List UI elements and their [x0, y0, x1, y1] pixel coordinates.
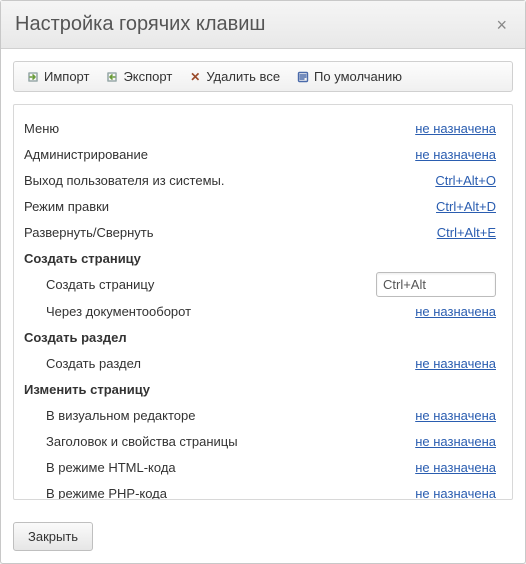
shortcut-row: Создать страницу	[24, 271, 496, 298]
shortcut-label: Заголовок и свойства страницы	[24, 434, 238, 449]
shortcut-value-link[interactable]: не назначена	[415, 434, 496, 449]
export-button[interactable]: Экспорт	[99, 66, 178, 87]
shortcut-label: Выход пользователя из системы.	[24, 173, 224, 188]
export-icon	[105, 70, 119, 84]
import-label: Импорт	[44, 69, 89, 84]
shortcuts-panel: Меню не назначена Администрирование не назн…	[13, 104, 513, 500]
shortcut-label: Создать страницу	[24, 251, 141, 266]
shortcut-value-link[interactable]: Ctrl+Alt+D	[436, 199, 496, 214]
toolbar: Импорт Экспорт ✕ Удалить все По умолчани…	[13, 61, 513, 92]
hotkey-settings-dialog: Настройка горячих клавиш × Импорт Экспор…	[0, 0, 526, 564]
delete-all-label: Удалить все	[206, 69, 280, 84]
shortcut-row: Создать раздел не назначена	[24, 350, 496, 376]
dialog-footer: Закрыть	[1, 512, 525, 563]
shortcut-value-link[interactable]: не назначена	[415, 486, 496, 500]
dialog-title: Настройка горячих клавиш	[15, 13, 265, 36]
shortcut-row: Через документооборот не назначена	[24, 298, 496, 324]
dialog-body: Импорт Экспорт ✕ Удалить все По умолчани…	[1, 49, 525, 512]
shortcut-label: В визуальном редакторе	[24, 408, 196, 423]
shortcut-label: Создать страницу	[24, 277, 154, 292]
close-icon[interactable]: ×	[492, 16, 511, 34]
import-button[interactable]: Импорт	[20, 66, 95, 87]
import-icon	[26, 70, 40, 84]
shortcut-row: Режим правки Ctrl+Alt+D	[24, 193, 496, 219]
shortcut-label: Администрирование	[24, 147, 148, 162]
shortcut-value-link[interactable]: Ctrl+Alt+O	[435, 173, 496, 188]
shortcut-label: В режиме PHP-кода	[24, 486, 167, 500]
shortcut-label: В режиме HTML-кода	[24, 460, 176, 475]
shortcut-section-header: Создать страницу	[24, 245, 496, 271]
shortcut-input[interactable]	[376, 272, 496, 297]
shortcut-label: Создать раздел	[24, 356, 141, 371]
shortcut-label: Развернуть/Свернуть	[24, 225, 154, 240]
shortcut-row: Меню не назначена	[24, 115, 496, 141]
shortcut-label: Режим правки	[24, 199, 109, 214]
shortcut-value-link[interactable]: не назначена	[415, 147, 496, 162]
shortcut-section-header: Создать раздел	[24, 324, 496, 350]
shortcut-value-link[interactable]: не назначена	[415, 356, 496, 371]
shortcut-value-link[interactable]: не назначена	[415, 408, 496, 423]
close-button[interactable]: Закрыть	[13, 522, 93, 551]
shortcut-row: Заголовок и свойства страницы не назначен…	[24, 428, 496, 454]
shortcut-row: В режиме PHP-кода не назначена	[24, 480, 496, 499]
delete-all-button[interactable]: ✕ Удалить все	[182, 66, 286, 87]
shortcut-input-wrap	[376, 272, 496, 297]
delete-icon: ✕	[188, 70, 202, 84]
shortcut-label: Через документооборот	[24, 304, 191, 319]
shortcut-label: Меню	[24, 121, 59, 136]
shortcut-value-link[interactable]: не назначена	[415, 304, 496, 319]
shortcut-value-link[interactable]: не назначена	[415, 121, 496, 136]
shortcuts-scroll-area[interactable]: Меню не назначена Администрирование не назн…	[14, 105, 512, 499]
shortcut-value-link[interactable]: не назначена	[415, 460, 496, 475]
shortcut-row: Развернуть/Свернуть Ctrl+Alt+E	[24, 219, 496, 245]
shortcut-row: В визуальном редакторе не назначена	[24, 402, 496, 428]
shortcut-value-link[interactable]: Ctrl+Alt+E	[437, 225, 496, 240]
shortcut-section-header: Изменить страницу	[24, 376, 496, 402]
shortcut-row: В режиме HTML-кода не назначена	[24, 454, 496, 480]
shortcut-row: Администрирование не назначена	[24, 141, 496, 167]
export-label: Экспорт	[123, 69, 172, 84]
defaults-button[interactable]: По умолчанию	[290, 66, 408, 87]
shortcut-label: Изменить страницу	[24, 382, 150, 397]
shortcut-label: Создать раздел	[24, 330, 127, 345]
defaults-label: По умолчанию	[314, 69, 402, 84]
defaults-icon	[296, 70, 310, 84]
shortcut-row: Выход пользователя из системы. Ctrl+Alt+O	[24, 167, 496, 193]
dialog-titlebar: Настройка горячих клавиш ×	[1, 1, 525, 49]
